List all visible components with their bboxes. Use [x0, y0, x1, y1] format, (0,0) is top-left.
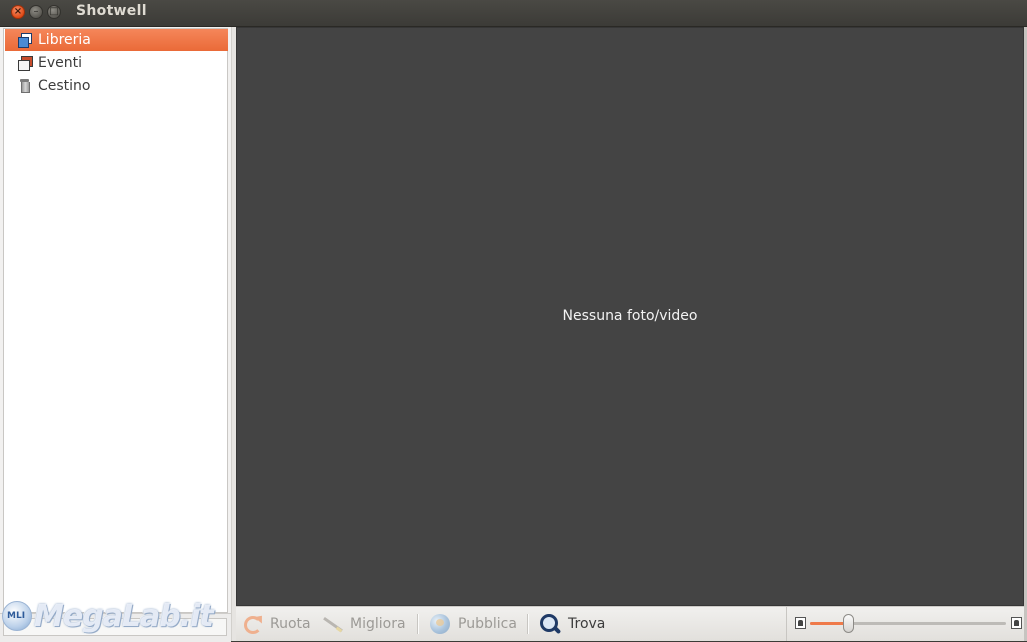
zoom-out-icon[interactable] — [795, 617, 806, 629]
watermark-text: MegaLab.it — [34, 598, 214, 634]
sidebar-item-label: Libreria — [38, 32, 91, 48]
title-bar: × – □ Shotwell — [0, 0, 1027, 27]
library-icon — [18, 33, 32, 48]
zoom-slider-thumb[interactable] — [843, 614, 854, 633]
empty-message: Nessuna foto/video — [562, 308, 698, 324]
enhance-button[interactable]: Migliora — [322, 612, 406, 636]
window-title: Shotwell — [76, 3, 147, 19]
rotate-button[interactable]: Ruota — [242, 612, 311, 636]
find-label: Trova — [568, 616, 606, 632]
sidebar-list: Libreria Eventi Cestino — [3, 28, 228, 613]
sidebar-item-cestino[interactable]: Cestino — [5, 75, 228, 97]
events-icon — [18, 56, 33, 71]
watermark: MLI MegaLab.it — [2, 596, 214, 636]
sidebar: Libreria Eventi Cestino — [0, 27, 231, 613]
sidebar-item-eventi[interactable]: Eventi — [5, 52, 228, 74]
maximize-window-button[interactable]: □ — [47, 5, 61, 19]
rotate-icon — [242, 614, 262, 634]
search-icon — [540, 614, 560, 634]
find-button[interactable]: Trova — [540, 612, 605, 636]
trash-icon — [18, 79, 32, 93]
sidebar-item-libreria[interactable]: Libreria — [5, 29, 228, 51]
zoom-slider[interactable] — [810, 614, 1006, 633]
publish-label: Pubblica — [458, 616, 517, 632]
zoom-in-icon[interactable] — [1011, 617, 1022, 629]
publish-button[interactable]: Pubblica — [430, 612, 517, 636]
enhance-wand-icon — [322, 614, 342, 634]
sidebar-item-label: Eventi — [38, 55, 82, 71]
enhance-label: Migliora — [350, 616, 406, 632]
minimize-window-button[interactable]: – — [29, 5, 43, 19]
watermark-badge-text: MLI — [7, 611, 26, 621]
rotate-label: Ruota — [270, 616, 311, 632]
sidebar-item-label: Cestino — [38, 78, 91, 94]
close-window-button[interactable]: × — [11, 5, 25, 19]
publish-globe-icon — [430, 614, 450, 634]
toolbar-separator — [417, 614, 419, 634]
toolbar-separator — [527, 614, 529, 634]
photo-viewer: Nessuna foto/video — [236, 27, 1024, 606]
watermark-logo-icon: MLI — [2, 601, 32, 631]
zoom-control — [786, 607, 1024, 641]
